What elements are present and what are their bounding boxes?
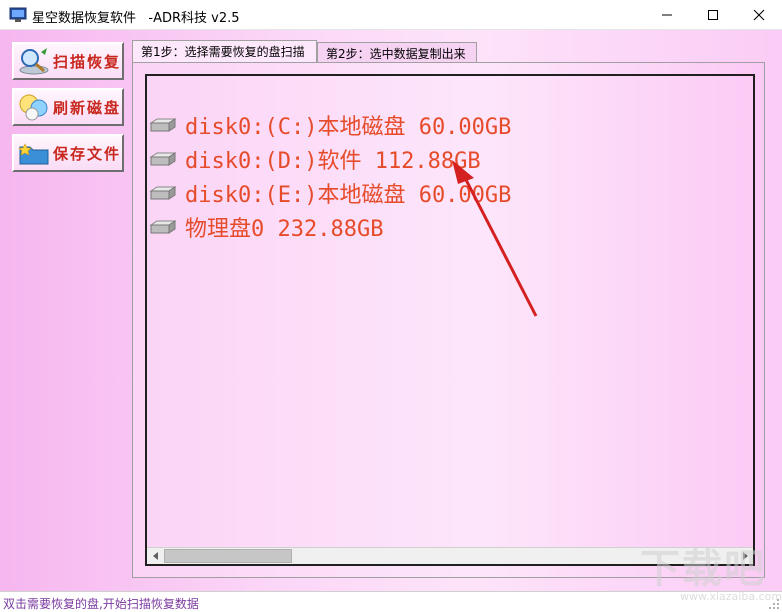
client-area: 扫描恢复 刷新磁盘 保存文件 第1步：选择需要恢复的盘扫描 第2步：选中数据复制… <box>0 30 782 612</box>
scan-recover-button[interactable]: 扫描恢复 <box>12 42 124 80</box>
refresh-disk-button[interactable]: 刷新磁盘 <box>12 88 124 126</box>
hard-disk-icon <box>149 186 177 200</box>
disk-item-label: disk0:(C:)本地磁盘 60.00GB <box>185 115 512 140</box>
scan-recover-label: 扫描恢复 <box>53 52 122 71</box>
tab-step1[interactable]: 第1步：选择需要恢复的盘扫描 <box>132 40 317 62</box>
app-monitor-icon <box>9 7 27 22</box>
hard-disk-icon <box>149 152 177 166</box>
watermark-url: www.xiazaiba.com <box>680 590 782 603</box>
scrollbar-thumb[interactable] <box>164 549 292 563</box>
close-button[interactable] <box>736 0 782 30</box>
disk-item-label: disk0:(D:)软件 112.88GB <box>185 149 481 174</box>
maximize-icon <box>708 10 718 20</box>
save-file-label: 保存文件 <box>53 144 122 163</box>
magnifier-disk-icon <box>19 48 49 75</box>
disk-item-c[interactable]: disk0:(C:)本地磁盘 60.00GB <box>149 111 512 140</box>
hard-disk-icon <box>149 220 177 234</box>
scroll-left-button[interactable] <box>147 548 164 564</box>
refresh-bubbles-icon <box>19 94 48 121</box>
window-title: 星空数据恢复软件 -ADR科技 v2.5 <box>32 11 240 26</box>
disk-item-d[interactable]: disk0:(D:)软件 112.88GB <box>149 145 481 174</box>
tab-panel-step1: disk0:(C:)本地磁盘 60.00GB disk0:(D:)软件 112.… <box>132 62 765 578</box>
arrow-left-icon <box>152 552 158 560</box>
disk-tree[interactable]: disk0:(C:)本地磁盘 60.00GB disk0:(D:)软件 112.… <box>145 74 755 566</box>
save-folder-icon <box>18 143 49 165</box>
status-text: 双击需要恢复的盘,开始扫描恢复数据 <box>3 597 199 611</box>
maximize-button[interactable] <box>690 0 736 30</box>
watermark-text: 下载吧 <box>640 545 766 592</box>
physical-disk-item[interactable]: 物理盘0 232.88GB <box>149 213 384 242</box>
refresh-disk-label: 刷新磁盘 <box>53 98 122 117</box>
minimize-button[interactable] <box>644 0 690 30</box>
hard-disk-icon <box>149 118 177 132</box>
save-file-button[interactable]: 保存文件 <box>12 134 124 172</box>
disk-item-label: 物理盘0 232.88GB <box>185 217 384 242</box>
close-icon <box>753 9 765 21</box>
watermark-logo: 下载吧 www.xiazaiba.com <box>640 536 782 608</box>
tab-step2[interactable]: 第2步：选中数据复制出来 <box>317 42 477 62</box>
disk-item-label: disk0:(E:)本地磁盘 60.00GB <box>185 183 512 208</box>
minimize-icon <box>662 14 672 16</box>
disk-item-e[interactable]: disk0:(E:)本地磁盘 60.00GB <box>149 179 512 208</box>
title-bar: 星空数据恢复软件 -ADR科技 v2.5 <box>0 0 782 30</box>
